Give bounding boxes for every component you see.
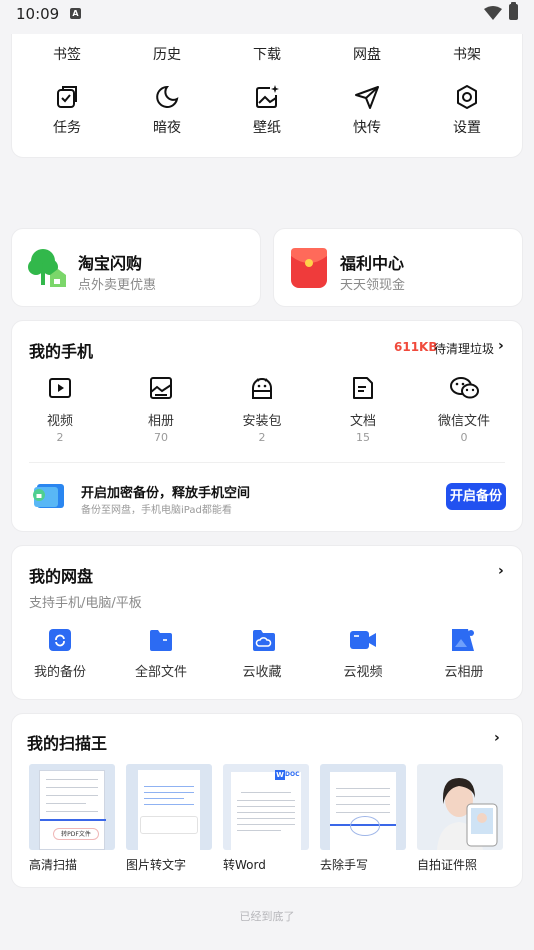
doc-badge: DOC [285,771,300,778]
phone-item-apk[interactable]: 安装包 [212,410,312,429]
settings-icon[interactable] [454,84,480,110]
tool-settings[interactable]: 设置 [417,117,517,137]
tool-wallpaper[interactable]: 壁纸 [217,117,317,137]
phone-item-count: 15 [356,431,370,444]
tool-bookmark[interactable]: 书签 [17,44,117,64]
scan-label-hd[interactable]: 高清扫描 [29,856,77,873]
backup-title: 开启加密备份，释放手机空间 [81,486,251,501]
scan-thumb-idphoto[interactable] [417,764,503,850]
junk-label[interactable]: 待清理垃圾 [434,340,494,357]
backup-icon[interactable] [49,629,71,651]
end-of-list-text: 已经到底了 [239,910,295,923]
wechat-icon[interactable] [450,376,480,400]
handwriting-page [330,772,396,850]
encrypted-backup-icon [33,484,64,508]
promo-title: 淘宝闪购 [78,254,143,273]
phone-item-count: 2 [56,431,64,444]
scan-thumb-handwriting[interactable] [320,764,406,850]
cloud-star-icon[interactable] [251,629,275,651]
netdisk-item-videos[interactable]: 云视频 [313,661,413,680]
tool-netdisk[interactable]: 网盘 [317,44,417,64]
my-netdisk-title: 我的网盘 [29,567,94,586]
netdisk-item-favorites[interactable]: 云收藏 [212,661,312,680]
tool-download[interactable]: 下载 [217,44,317,64]
chevron-right-icon[interactable]: › [498,563,504,579]
promo-welfare-card[interactable]: 福利中心 天天领现金 [273,228,523,307]
wifi-icon [484,6,502,20]
tool-night[interactable]: 暗夜 [117,117,217,137]
my-phone-title: 我的手机 [29,342,94,361]
album-icon[interactable] [149,376,173,400]
promo-subtitle: 点外卖更优惠 [78,278,157,293]
task-icon[interactable] [54,84,80,110]
phone-item-wechat[interactable]: 微信文件 [414,410,514,429]
netdisk-subtitle: 支持手机/电脑/平板 [29,596,142,611]
to-pdf-badge: 转PDF文件 [53,828,99,840]
scan-label-idphoto[interactable]: 自拍证件照 [417,856,477,873]
scan-label-word[interactable]: 转Word [223,856,266,873]
tree-shop-icon [28,249,66,287]
promo-taobao-card[interactable]: 淘宝闪购 点外卖更优惠 [11,228,261,307]
tool-history[interactable]: 历史 [117,44,217,64]
document-icon[interactable] [351,376,375,400]
video-icon[interactable] [48,376,72,400]
promo-title: 福利中心 [340,254,405,273]
scan-label-handwriting[interactable]: 去除手写 [320,856,368,873]
tool-quick-send[interactable]: 快传 [317,117,417,137]
phone-item-document[interactable]: 文档 [313,410,413,429]
junk-size[interactable]: 611KB [394,340,438,354]
red-envelope-icon [291,248,327,288]
divider [29,462,505,463]
netdisk-item-all-files[interactable]: 全部文件 [111,661,211,680]
scan-thumb-word[interactable]: W DOC [223,764,309,850]
portrait-image [437,778,498,850]
netdisk-item-backup[interactable]: 我的备份 [10,661,110,680]
backup-subtitle: 备份至网盘，手机电脑iPad都能看 [81,505,232,516]
apk-icon[interactable] [250,376,274,400]
phone-item-count: 0 [460,431,468,444]
battery-icon [509,2,518,20]
phone-item-album[interactable]: 相册 [111,410,211,429]
word-icon: W [275,770,285,780]
phone-item-count: 70 [154,431,168,444]
scan-thumb-hd[interactable]: 转PDF文件 [29,764,115,850]
promo-subtitle: 天天领现金 [340,278,406,293]
phone-item-video[interactable]: 视频 [10,410,110,429]
send-icon[interactable] [354,84,380,110]
chevron-right-icon[interactable]: › [498,338,504,354]
scan-label-ocr[interactable]: 图片转文字 [126,856,186,873]
scan-thumb-ocr[interactable] [126,764,212,850]
netdisk-item-album[interactable]: 云相册 [414,661,514,680]
status-bar: 10:09 A [0,0,534,28]
phone-item-count: 2 [258,431,266,444]
scanner-title: 我的扫描王 [27,734,108,753]
chevron-right-icon[interactable]: › [494,730,500,746]
tool-bookshelf[interactable]: 书架 [417,44,517,64]
moon-icon[interactable] [154,84,180,110]
notification-icon: A [70,8,81,19]
ocr-page [138,770,200,850]
cloud-video-icon[interactable] [350,629,376,651]
tool-task[interactable]: 任务 [17,117,117,137]
enable-backup-button[interactable]: 开启备份 [446,483,506,510]
status-time: 10:09 [16,5,60,23]
word-page [231,772,301,850]
cloud-album-icon[interactable] [452,629,476,651]
wallpaper-icon[interactable] [254,84,280,110]
folder-icon[interactable] [150,629,172,651]
